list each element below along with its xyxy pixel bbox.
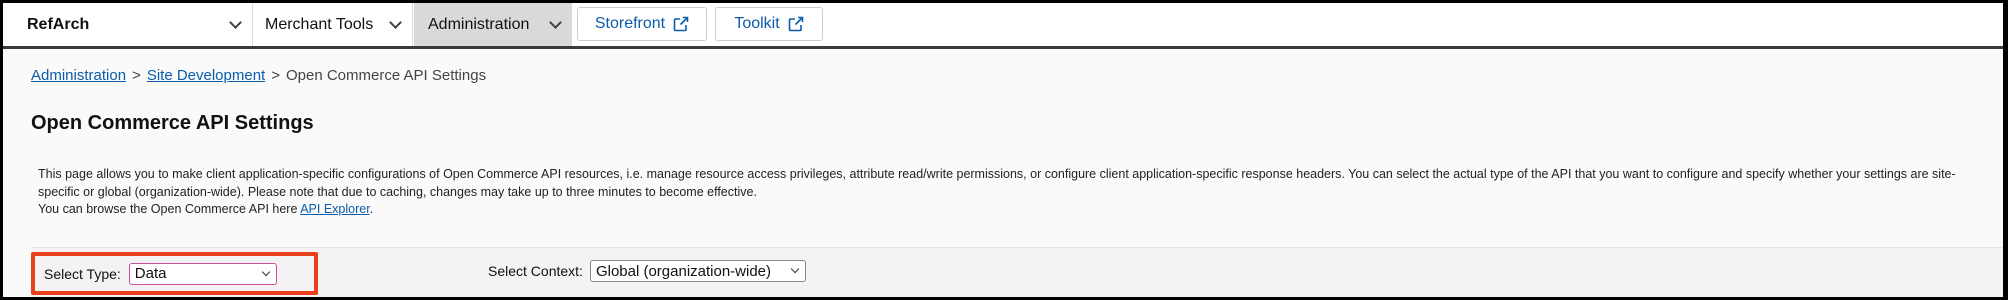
select-type-label: Select Type: <box>44 265 121 282</box>
chevron-down-icon <box>389 16 402 29</box>
external-link-icon <box>673 16 689 32</box>
toolkit-button[interactable]: Toolkit <box>715 7 823 41</box>
administration-menu[interactable]: Administration <box>414 3 572 46</box>
select-type-dropdown[interactable]: Data <box>128 262 277 285</box>
merchant-tools-menu[interactable]: Merchant Tools <box>255 3 413 46</box>
description-text: This page allows you to make client appl… <box>38 167 1956 199</box>
chevron-down-icon <box>549 16 562 29</box>
toolkit-label: Toolkit <box>734 15 780 32</box>
page-title: Open Commerce API Settings <box>31 112 314 134</box>
select-context-dropdown[interactable]: Global (organization-wide) <box>589 260 806 282</box>
select-type-group: Select Type: Data <box>31 252 318 295</box>
select-type-value: Data <box>134 265 167 282</box>
external-link-icon <box>788 16 803 32</box>
storefront-button[interactable]: Storefront <box>577 7 707 41</box>
administration-label: Administration <box>428 15 530 33</box>
page-description: This page allows you to make client appl… <box>38 166 1983 219</box>
app-window: RefArch Merchant Tools Administration St… <box>3 3 2003 297</box>
select-context-label: Select Context: <box>488 263 583 279</box>
api-browse-text: You can browse the Open Commerce API her… <box>38 201 1983 219</box>
top-navigation: RefArch Merchant Tools Administration St… <box>3 3 2003 49</box>
site-selector[interactable]: RefArch <box>3 3 253 46</box>
chevron-down-icon <box>229 16 242 29</box>
breadcrumb-administration[interactable]: Administration <box>31 67 126 84</box>
breadcrumb-site-development[interactable]: Site Development <box>147 67 265 84</box>
chevron-down-icon <box>261 267 271 276</box>
browse-prefix: You can browse the Open Commerce API her… <box>38 202 301 216</box>
breadcrumb-current: Open Commerce API Settings <box>285 67 487 84</box>
select-context-value: Global (organization-wide) <box>595 262 772 280</box>
browse-suffix: . <box>369 202 374 216</box>
site-selector-label: RefArch <box>27 15 90 33</box>
select-context-group: Select Context: Global (organization-wid… <box>488 260 806 282</box>
breadcrumb: Administration > Site Development > Open Com… <box>31 67 486 84</box>
api-explorer-link[interactable]: API Explorer <box>300 202 369 216</box>
merchant-tools-label: Merchant Tools <box>265 15 374 33</box>
main-content: Administration > Site Development > Open Com… <box>3 49 2003 297</box>
storefront-label: Storefront <box>594 15 666 32</box>
breadcrumb-separator: > <box>132 67 141 84</box>
breadcrumb-separator: > <box>271 67 280 84</box>
chevron-down-icon <box>790 264 800 274</box>
filter-bar: Select Type: Data Select Context: Global… <box>31 247 2003 297</box>
